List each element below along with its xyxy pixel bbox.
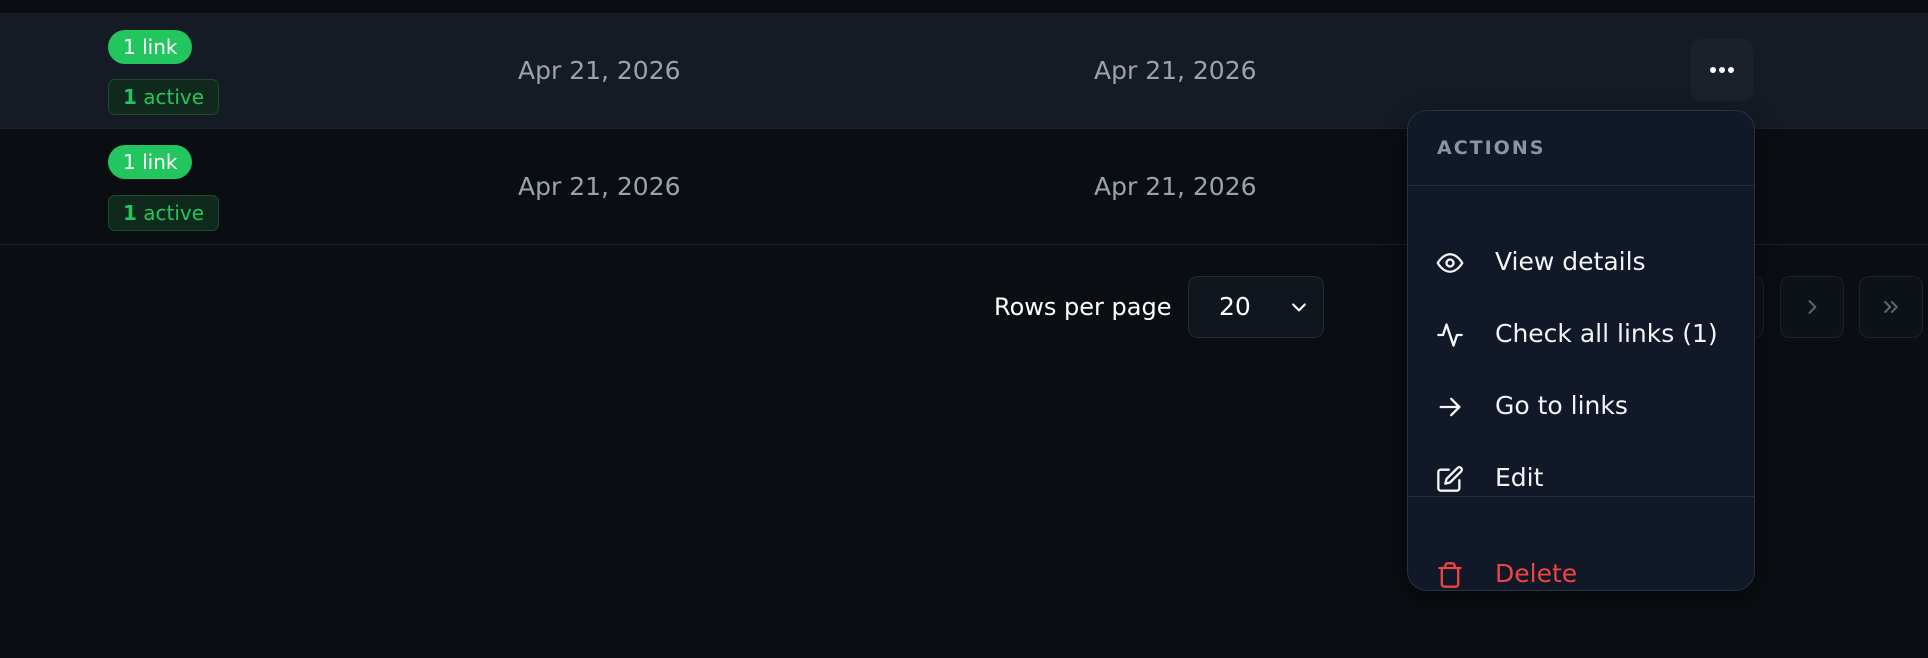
active-count-badge: 1 active — [108, 79, 220, 115]
menu-item-view-details[interactable]: View details — [1408, 233, 1754, 293]
table-top-edge — [0, 0, 1928, 14]
rows-per-page-label: Rows per page — [994, 293, 1172, 321]
arrow-right-icon — [1439, 397, 1461, 417]
activity-icon — [1437, 323, 1463, 347]
chevron-right-icon — [1808, 300, 1817, 314]
trash-icon — [1438, 562, 1462, 588]
menu-item-delete[interactable]: Delete — [1408, 545, 1754, 605]
active-count-number: 1 — [123, 85, 137, 109]
updated-date: Apr 21, 2026 — [1094, 56, 1257, 85]
next-page-button[interactable] — [1780, 276, 1844, 338]
menu-item-label: View details — [1495, 247, 1646, 276]
active-count-badge: 1 active — [108, 195, 220, 231]
menu-item-go-to-links[interactable]: Go to links — [1408, 377, 1754, 437]
menu-item-label: Edit — [1495, 463, 1544, 492]
menu-item-check-all-links[interactable]: Check all links (1) — [1408, 305, 1754, 365]
page: 1 link 1 active Apr 21, 2026 Apr 21, 202… — [0, 0, 1928, 658]
active-count-number: 1 — [123, 201, 137, 225]
eye-icon — [1436, 253, 1464, 273]
rows-per-page-value: 20 — [1219, 292, 1251, 321]
more-horizontal-icon — [1710, 67, 1734, 73]
menu-divider — [1408, 496, 1754, 497]
menu-divider — [1408, 185, 1754, 186]
menu-item-edit[interactable]: Edit — [1408, 449, 1754, 509]
menu-item-label: Delete — [1495, 559, 1578, 588]
link-count-badge: 1 link — [108, 30, 193, 64]
active-count-word: active — [143, 85, 205, 109]
chevrons-right-icon — [1884, 300, 1898, 314]
created-date: Apr 21, 2026 — [518, 172, 681, 201]
row-actions-button[interactable] — [1691, 39, 1753, 101]
menu-item-label: Check all links (1) — [1495, 319, 1718, 348]
actions-menu-header: ACTIONS — [1437, 137, 1546, 159]
updated-date: Apr 21, 2026 — [1094, 172, 1257, 201]
link-count-badge: 1 link — [108, 145, 193, 179]
actions-menu: ACTIONS View details Check all links (1)… — [1407, 110, 1755, 591]
chevron-down-icon — [1292, 303, 1306, 312]
edit-icon — [1437, 466, 1463, 492]
menu-item-label: Go to links — [1495, 391, 1628, 420]
created-date: Apr 21, 2026 — [518, 56, 681, 85]
last-page-button[interactable] — [1859, 276, 1923, 338]
rows-per-page-select[interactable]: 20 — [1188, 276, 1324, 338]
active-count-word: active — [143, 201, 205, 225]
